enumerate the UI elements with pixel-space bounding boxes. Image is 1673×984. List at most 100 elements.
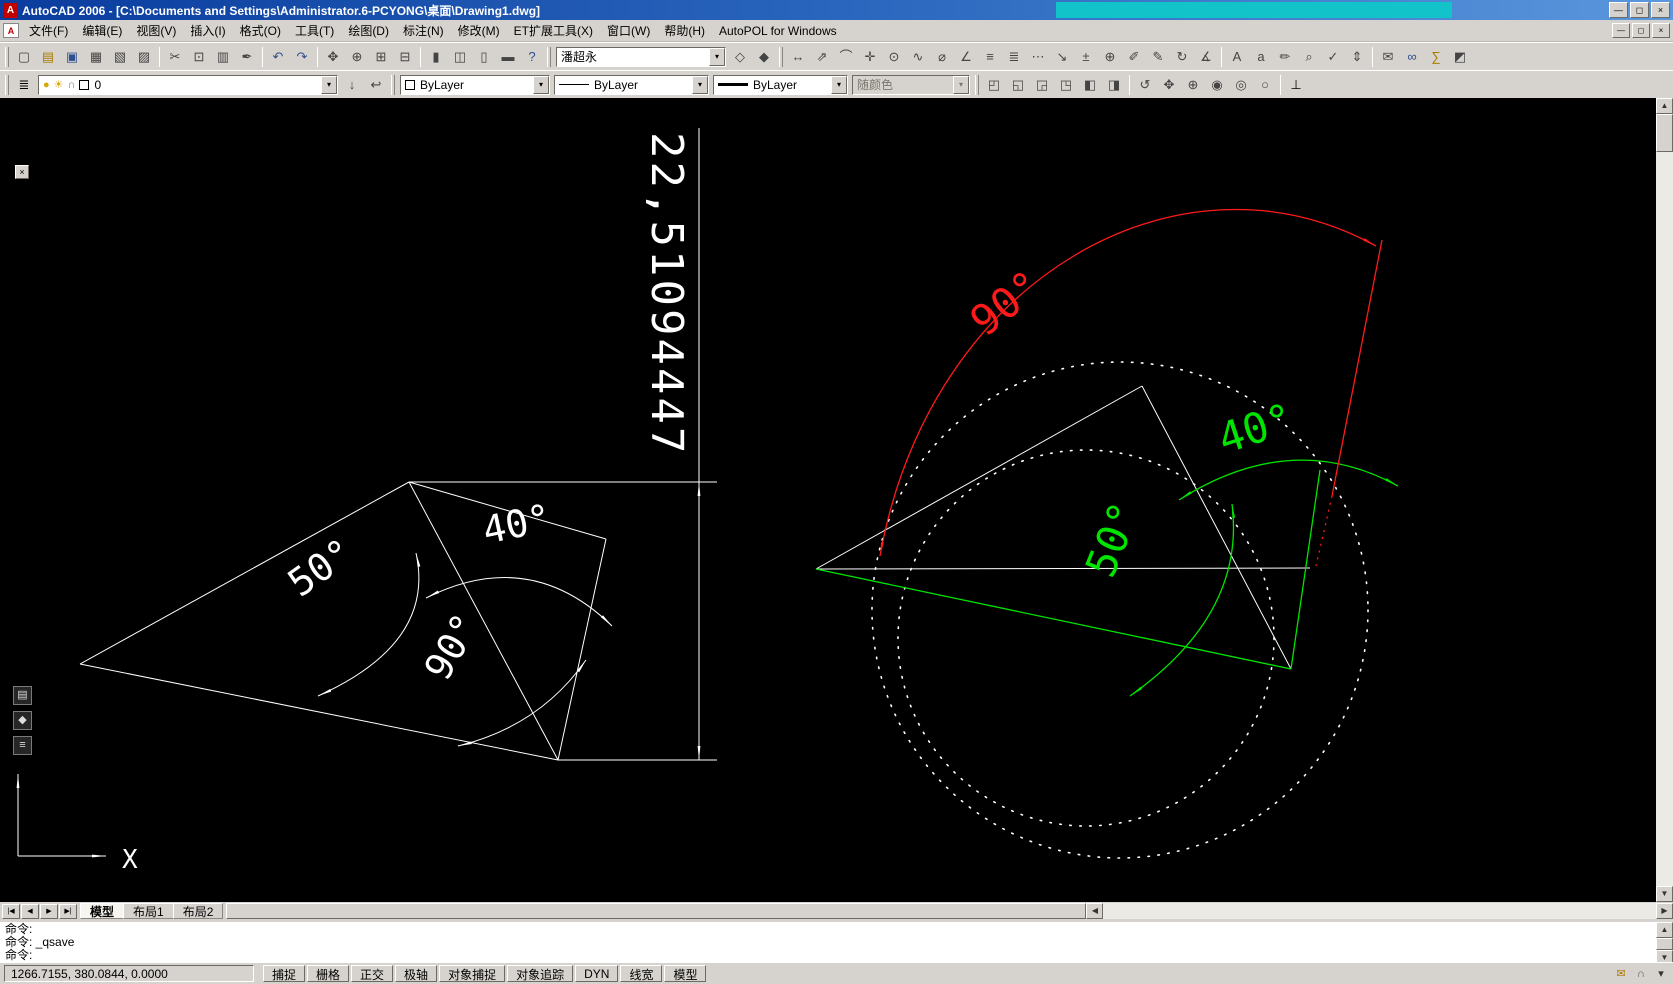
status-grid[interactable]: 栅格	[307, 965, 350, 982]
toolbar-grip[interactable]	[5, 74, 9, 95]
status-menu-arrow-icon[interactable]: ▾	[1653, 966, 1669, 982]
color-combo-dropdown-button[interactable]: ▾	[533, 75, 549, 94]
cut-icon[interactable]: ✂	[163, 45, 187, 68]
mdi-minimize-button[interactable]: —	[1612, 23, 1630, 38]
window-close-button[interactable]: ×	[1651, 2, 1670, 18]
hide-icon[interactable]: ◎	[1229, 73, 1253, 96]
toolbar-grip[interactable]	[391, 74, 395, 95]
horizontal-scroll-thumb[interactable]	[226, 903, 1087, 919]
command-scroll-thumb[interactable]	[1656, 938, 1673, 950]
dim-arc-length-icon[interactable]: ⌒	[834, 45, 858, 68]
plot-preview-icon[interactable]: ▧	[108, 45, 132, 68]
drawing-file-icon[interactable]: A	[3, 23, 19, 38]
command-history[interactable]: 命令: 命令: _qsave 命令:	[0, 922, 1656, 962]
sheetset-manager-icon[interactable]: ▬	[496, 45, 520, 68]
dim-jogged-icon[interactable]: ∿	[906, 45, 930, 68]
dim-diameter-icon[interactable]: ⌀	[930, 45, 954, 68]
undo-icon[interactable]: ↶	[266, 45, 290, 68]
horizontal-scrollbar[interactable]: ◀ ▶	[226, 903, 1673, 919]
status-dyn[interactable]: DYN	[575, 965, 619, 982]
menu-autopol[interactable]: AutoPOL for Windows	[712, 21, 844, 41]
find-replace-icon[interactable]: ⌕	[1297, 45, 1321, 68]
tab-layout1[interactable]: 布局1	[123, 903, 174, 919]
lineweight-combo[interactable]: ByLayer ▾	[713, 74, 848, 95]
style-combo[interactable]: 潘超永 ▾	[556, 46, 726, 67]
menu-help[interactable]: 帮助(H)	[657, 19, 712, 42]
command-scroll-up-button[interactable]: ▲	[1656, 922, 1673, 938]
tab-layout2[interactable]: 布局2	[172, 903, 224, 919]
insert-block-icon[interactable]: ◇	[728, 45, 752, 68]
layer-lock-icon[interactable]: ∩	[68, 79, 76, 91]
tab-scroll-first[interactable]: |◀	[2, 903, 20, 919]
layer-properties-manager-icon[interactable]: ≣	[12, 73, 36, 96]
zoom-realtime-icon[interactable]: ⊕	[345, 45, 369, 68]
menu-modify[interactable]: 修改(M)	[451, 19, 507, 42]
dimension-edit-icon[interactable]: ✐	[1122, 45, 1146, 68]
dimension-text-edit-icon[interactable]: ✎	[1146, 45, 1170, 68]
view-top-icon[interactable]: ◰	[982, 73, 1006, 96]
menu-window[interactable]: 窗口(W)	[600, 19, 657, 42]
status-otrack[interactable]: 对象追踪	[507, 965, 574, 982]
linetype-combo[interactable]: ByLayer ▾	[554, 74, 709, 95]
quickcalc-icon[interactable]: ∑	[1424, 45, 1448, 68]
vertical-scrollbar[interactable]: ▲ ▼	[1656, 98, 1673, 902]
status-osnap[interactable]: 对象捕捉	[439, 965, 506, 982]
mtext-icon[interactable]: A	[1225, 45, 1249, 68]
scale-text-icon[interactable]: ⇕	[1345, 45, 1369, 68]
window-maximize-button[interactable]: ◻	[1630, 2, 1649, 18]
float-tool-icon-2[interactable]: ◆	[13, 711, 32, 730]
paste-icon[interactable]: ▥	[211, 45, 235, 68]
quick-leader-icon[interactable]: ↘	[1050, 45, 1074, 68]
etransmit-icon[interactable]: ✉	[1376, 45, 1400, 68]
scroll-up-button[interactable]: ▲	[1656, 98, 1673, 114]
publish-icon[interactable]: ▨	[132, 45, 156, 68]
lineweight-combo-dropdown-button[interactable]: ▾	[831, 75, 847, 94]
status-lwt[interactable]: 线宽	[620, 965, 663, 982]
toolbar-grip[interactable]	[779, 46, 783, 67]
command-window[interactable]: 命令: 命令: _qsave 命令: ▲ ▼	[0, 920, 1673, 966]
view-right-icon[interactable]: ◳	[1054, 73, 1078, 96]
pan-3d-icon[interactable]: ✥	[1157, 73, 1181, 96]
status-ortho[interactable]: 正交	[351, 965, 394, 982]
scroll-down-button[interactable]: ▼	[1656, 886, 1673, 902]
shade-icon[interactable]: ◉	[1205, 73, 1229, 96]
wireframe-icon[interactable]: ○	[1253, 73, 1277, 96]
dimension-style-icon[interactable]: ∡	[1194, 45, 1218, 68]
plot-icon[interactable]: ▦	[84, 45, 108, 68]
edit-text-icon[interactable]: ✏	[1273, 45, 1297, 68]
menu-draw[interactable]: 绘图(D)	[341, 19, 396, 42]
tab-scroll-last[interactable]: ▶|	[59, 903, 77, 919]
qnew-icon[interactable]: ▢	[12, 45, 36, 68]
quick-dimension-icon[interactable]: ≡	[978, 45, 1002, 68]
properties-icon[interactable]: ▮	[424, 45, 448, 68]
menu-dimension[interactable]: 标注(N)	[396, 19, 451, 42]
toolbar-grip[interactable]	[547, 46, 551, 67]
zoom-3d-icon[interactable]: ⊕	[1181, 73, 1205, 96]
communication-center-icon[interactable]: ✉	[1613, 966, 1629, 982]
save-icon[interactable]: ▣	[60, 45, 84, 68]
make-object-layer-current-icon[interactable]: ↓	[340, 73, 364, 96]
menu-file[interactable]: 文件(F)	[22, 19, 75, 42]
view-front-icon[interactable]: ◧	[1078, 73, 1102, 96]
drawing-area[interactable]: 22,51094447 50° 40° 90° 90° 40° 50° X × …	[0, 98, 1656, 902]
tab-scroll-next[interactable]: ▶	[40, 903, 58, 919]
mdi-restore-button[interactable]: ◻	[1632, 23, 1650, 38]
dim-angular-icon[interactable]: ∠	[954, 45, 978, 68]
match-properties-icon[interactable]: ✒	[235, 45, 259, 68]
tab-model[interactable]: 模型	[80, 903, 125, 919]
tolerance-icon[interactable]: ±	[1074, 45, 1098, 68]
menu-format[interactable]: 格式(O)	[233, 19, 288, 42]
color-combo[interactable]: ByLayer ▾	[400, 74, 550, 95]
single-line-text-icon[interactable]: a	[1249, 45, 1273, 68]
render-icon[interactable]: ◩	[1448, 45, 1472, 68]
pan-icon[interactable]: ✥	[321, 45, 345, 68]
menu-tools[interactable]: 工具(T)	[288, 19, 341, 42]
designcenter-icon[interactable]: ◫	[448, 45, 472, 68]
status-polar[interactable]: 极轴	[395, 965, 438, 982]
dim-linear-icon[interactable]: ↔	[786, 45, 810, 68]
plotstyle-combo-dropdown-button[interactable]: ▾	[953, 75, 969, 94]
coordinate-display[interactable]: 1266.7155, 380.0844, 0.0000	[4, 965, 254, 982]
dimension-update-icon[interactable]: ↻	[1170, 45, 1194, 68]
redo-icon[interactable]: ↷	[290, 45, 314, 68]
scroll-left-button[interactable]: ◀	[1086, 903, 1104, 919]
